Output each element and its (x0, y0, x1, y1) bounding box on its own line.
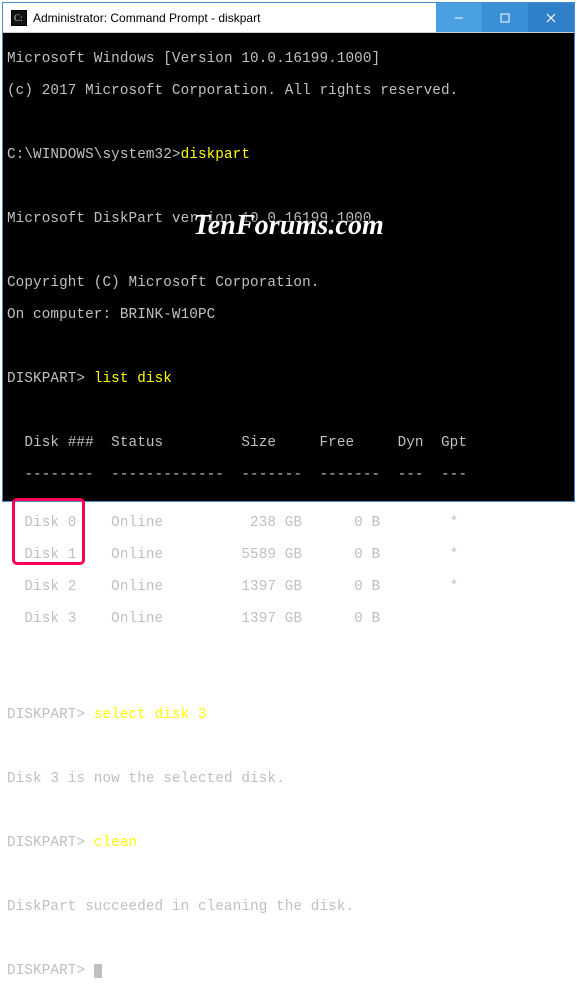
disk-table: Disk 0 Online 238 GB 0 B * Disk 1 Online… (7, 499, 570, 659)
table-row: Disk 2 Online 1397 GB 0 B * (7, 579, 570, 595)
table-header: Disk ### Status Size Free Dyn Gpt (7, 435, 570, 451)
cursor (94, 964, 102, 978)
maximize-button[interactable] (482, 3, 528, 32)
prompt-line: DISKPART> (7, 963, 570, 979)
table-rule: -------- ------------- ------- ------- -… (7, 467, 570, 483)
header-line: Microsoft Windows [Version 10.0.16199.10… (7, 51, 570, 67)
prompt-line: C:\WINDOWS\system32>diskpart (7, 147, 570, 163)
window-title: Administrator: Command Prompt - diskpart (33, 11, 436, 25)
output-line: DiskPart succeeded in cleaning the disk. (7, 899, 570, 915)
output-line: Disk 3 is now the selected disk. (7, 771, 570, 787)
cmd-window: C: Administrator: Command Prompt - diskp… (2, 2, 575, 502)
prompt-line: DISKPART> select disk 3 (7, 707, 570, 723)
cmd-icon: C: (11, 10, 27, 26)
diskpart-version: Microsoft DiskPart version 10.0.16199.10… (7, 211, 570, 227)
table-row: Disk 0 Online 238 GB 0 B * (7, 515, 570, 531)
window-buttons (436, 3, 574, 32)
svg-text:C:: C: (14, 13, 23, 23)
close-button[interactable] (528, 3, 574, 32)
minimize-button[interactable] (436, 3, 482, 32)
prompt-line: DISKPART> clean (7, 835, 570, 851)
table-row: Disk 3 Online 1397 GB 0 B (7, 611, 570, 627)
terminal-output[interactable]: Microsoft Windows [Version 10.0.16199.10… (3, 33, 574, 501)
table-row: Disk 1 Online 5589 GB 0 B * (7, 547, 570, 563)
prompt-line: DISKPART> list disk (7, 371, 570, 387)
diskpart-computer: On computer: BRINK-W10PC (7, 307, 570, 323)
header-line: (c) 2017 Microsoft Corporation. All righ… (7, 83, 570, 99)
titlebar[interactable]: C: Administrator: Command Prompt - diskp… (3, 3, 574, 33)
diskpart-copyright: Copyright (C) Microsoft Corporation. (7, 275, 570, 291)
